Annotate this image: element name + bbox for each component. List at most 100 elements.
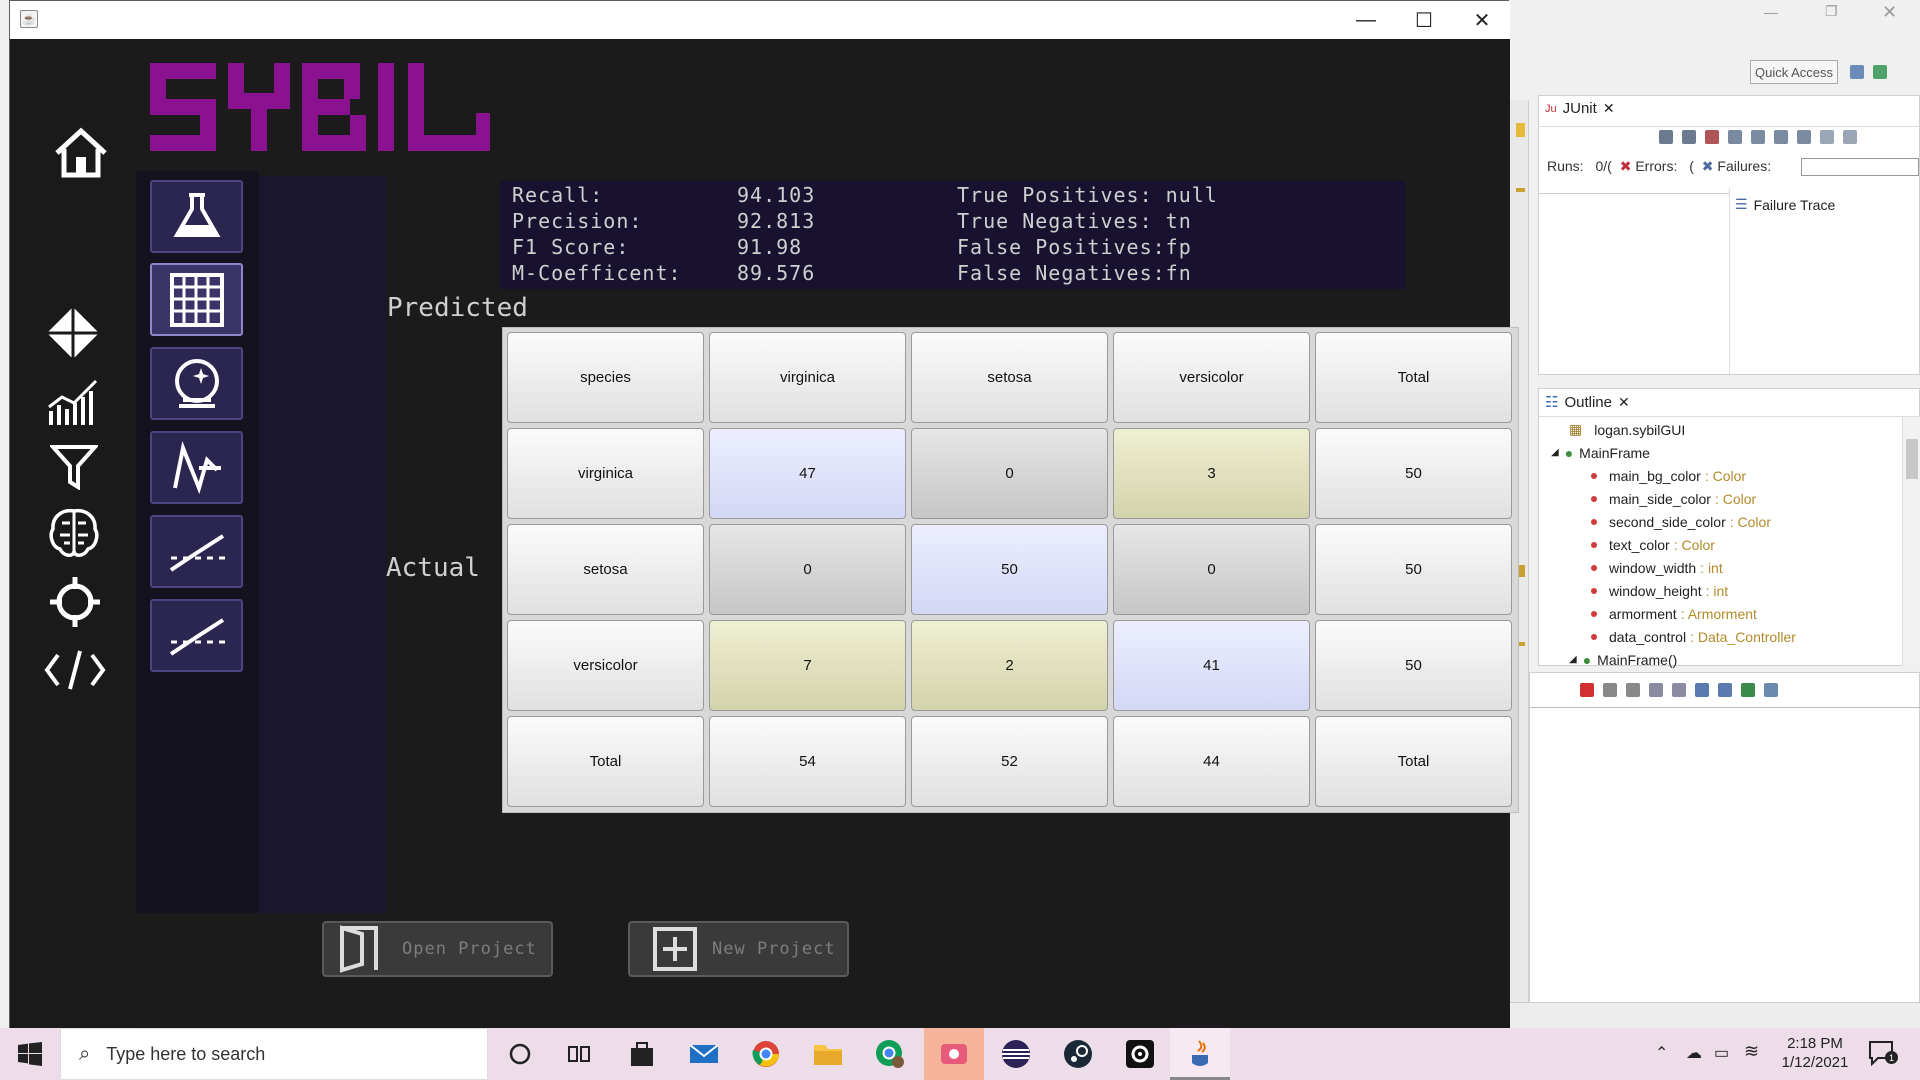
matrix-row-label[interactable]: virginica: [507, 428, 704, 519]
matrix-cell[interactable]: 7: [709, 620, 906, 711]
minimize-button[interactable]: —: [1337, 1, 1395, 39]
home-icon[interactable]: [53, 127, 109, 184]
eclipse-restore-icon[interactable]: ❐: [1825, 3, 1838, 20]
matrix-total-cell[interactable]: Total: [1315, 716, 1512, 807]
scrollbar-thumb[interactable]: [1906, 439, 1918, 479]
mail-icon[interactable]: [688, 1038, 720, 1070]
outline-field[interactable]: main_side_color: Color: [1591, 487, 1756, 510]
java-icon[interactable]: [1184, 1038, 1216, 1070]
tab-outline[interactable]: ☷ Outline ✕: [1545, 393, 1630, 412]
matrix-cell[interactable]: 0: [709, 524, 906, 615]
quick-access-button[interactable]: Quick Access: [1750, 60, 1838, 84]
remove-launch-icon[interactable]: [1603, 683, 1617, 697]
outline-field[interactable]: window_height: int: [1591, 579, 1728, 602]
new-project-button[interactable]: New Project: [628, 921, 849, 977]
matrix-total-cell[interactable]: 54: [709, 716, 906, 807]
matrix-header-cell[interactable]: setosa: [911, 332, 1108, 423]
expand-icon[interactable]: ◢: [1569, 654, 1577, 665]
close-icon[interactable]: ✕: [1618, 394, 1630, 411]
rerun-icon[interactable]: [1751, 130, 1765, 144]
task-view-icon[interactable]: [564, 1038, 596, 1070]
confusion-matrix-button[interactable]: [150, 263, 243, 336]
outline-field[interactable]: armorment: Armorment: [1591, 602, 1757, 625]
matrix-row-label[interactable]: setosa: [507, 524, 704, 615]
regression-button[interactable]: [150, 515, 243, 588]
windows-start-icon[interactable]: [18, 1042, 42, 1071]
matrix-row-label[interactable]: versicolor: [507, 620, 704, 711]
matrix-header-cell[interactable]: species: [507, 332, 704, 423]
scroll-lock-icon[interactable]: [1728, 130, 1742, 144]
experiment-button[interactable]: [150, 180, 243, 253]
matrix-total-cell[interactable]: 50: [1315, 524, 1512, 615]
matrix-cell[interactable]: 3: [1113, 428, 1310, 519]
outline-field[interactable]: text_color: Color: [1591, 533, 1715, 556]
search-box[interactable]: ⌕ Type here to search: [60, 1028, 488, 1080]
matrix-row-label[interactable]: Total: [507, 716, 704, 807]
open-project-button[interactable]: Open Project: [322, 921, 553, 977]
java-perspective-icon[interactable]: [1873, 65, 1887, 79]
bar-chart-icon[interactable]: [46, 377, 100, 430]
wifi-icon[interactable]: ≋: [1744, 1041, 1759, 1062]
code-icon[interactable]: [44, 649, 106, 696]
settings-app-icon[interactable]: [1124, 1038, 1156, 1070]
matrix-cell[interactable]: 50: [911, 524, 1108, 615]
function-button[interactable]: [150, 431, 243, 504]
matrix-cell[interactable]: 41: [1113, 620, 1310, 711]
history-icon[interactable]: [1820, 130, 1834, 144]
perspective-icon[interactable]: [1850, 65, 1864, 79]
tray-overflow-icon[interactable]: ⌃: [1655, 1043, 1668, 1063]
tab-junit[interactable]: Ju JUnit ✕: [1545, 100, 1615, 117]
matrix-header-cell[interactable]: versicolor: [1113, 332, 1310, 423]
clock[interactable]: 2:18 PM 1/12/2021: [1770, 1034, 1860, 1072]
view-menu-icon[interactable]: [1843, 130, 1857, 144]
outline-field[interactable]: main_bg_color: Color: [1591, 464, 1746, 487]
filter-icon[interactable]: [48, 444, 100, 495]
matrix-total-cell[interactable]: 50: [1315, 620, 1512, 711]
terminate-icon[interactable]: [1580, 683, 1594, 697]
network-cloud-icon[interactable]: ☁: [1686, 1043, 1702, 1063]
expand-icon[interactable]: ◢: [1551, 447, 1559, 458]
stop-icon[interactable]: [1797, 130, 1811, 144]
matrix-header-cell[interactable]: virginica: [709, 332, 906, 423]
matrix-cell[interactable]: 0: [911, 428, 1108, 519]
matrix-total-cell[interactable]: 44: [1113, 716, 1310, 807]
show-failures-icon[interactable]: [1705, 130, 1719, 144]
outline-field[interactable]: second_side_color: Color: [1591, 510, 1771, 533]
matrix-cell[interactable]: 0: [1113, 524, 1310, 615]
outline-field[interactable]: window_width: int: [1591, 556, 1723, 579]
eclipse-close-icon[interactable]: ✕: [1882, 2, 1897, 23]
prev-failure-icon[interactable]: [1682, 130, 1696, 144]
outline-constructor[interactable]: ◢ ● MainFrame(): [1569, 648, 1677, 671]
close-button[interactable]: ✕: [1453, 1, 1511, 39]
maximize-button[interactable]: ☐: [1395, 1, 1453, 39]
outline-package[interactable]: ▦ logan.sybilGUI: [1569, 418, 1685, 441]
notification-center-icon[interactable]: 1: [1868, 1040, 1898, 1067]
steam-icon[interactable]: [1062, 1038, 1094, 1070]
pin-console-icon[interactable]: [1695, 683, 1709, 697]
outline-scrollbar[interactable]: [1902, 417, 1920, 666]
rerun-failed-icon[interactable]: [1774, 130, 1788, 144]
matrix-total-cell[interactable]: 52: [911, 716, 1108, 807]
diamond-icon[interactable]: [45, 305, 101, 366]
eclipse-minimize-icon[interactable]: —: [1764, 4, 1778, 20]
new-console-icon[interactable]: [1764, 683, 1778, 697]
regression-alt-button[interactable]: [150, 599, 243, 672]
matrix-cell[interactable]: 47: [709, 428, 906, 519]
target-icon[interactable]: [50, 577, 100, 632]
word-wrap-icon[interactable]: [1672, 683, 1686, 697]
matrix-total-cell[interactable]: 50: [1315, 428, 1512, 519]
cortana-icon[interactable]: [504, 1038, 536, 1070]
brain-icon[interactable]: [46, 505, 102, 566]
outline-field[interactable]: data_control: Data_Controller: [1591, 625, 1796, 648]
prediction-button[interactable]: [150, 347, 243, 420]
media-app-icon[interactable]: [938, 1038, 970, 1070]
battery-icon[interactable]: ▭: [1714, 1043, 1729, 1063]
matrix-header-cell[interactable]: Total: [1315, 332, 1512, 423]
remove-all-icon[interactable]: [1626, 683, 1640, 697]
store-icon[interactable]: [626, 1038, 658, 1070]
close-icon[interactable]: ✕: [1603, 100, 1615, 117]
matrix-cell[interactable]: 2: [911, 620, 1108, 711]
scroll-lock-icon[interactable]: [1649, 683, 1663, 697]
file-explorer-icon[interactable]: [812, 1038, 844, 1070]
chrome-icon[interactable]: [750, 1038, 782, 1070]
